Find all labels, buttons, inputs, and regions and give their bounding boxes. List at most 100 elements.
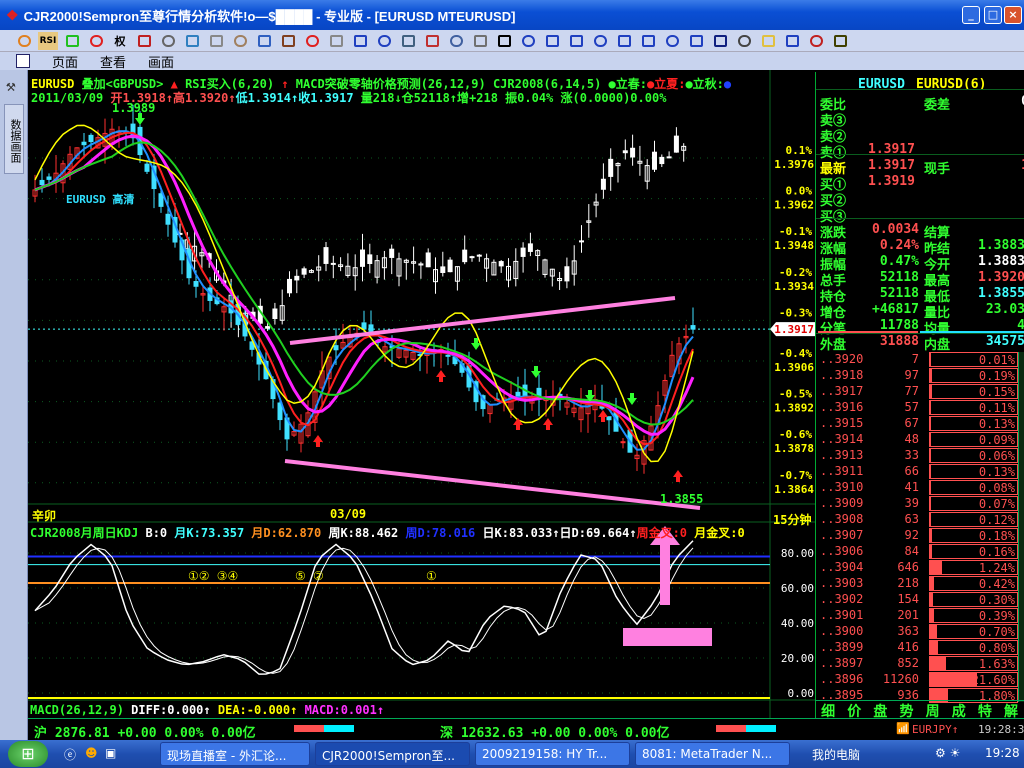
orderbook-row[interactable]: ..3899 416 0.80%	[816, 640, 1024, 656]
orderbook-row[interactable]: ..3914 48 0.09%	[816, 432, 1024, 448]
task-metatrader[interactable]: 8081: MetaTrader N...	[635, 742, 790, 766]
channel-icon[interactable]	[614, 32, 634, 50]
ob-share-fill	[930, 529, 932, 542]
quote-tab[interactable]: 盘	[873, 701, 887, 720]
ob-volume: 67	[904, 416, 919, 430]
open-icon[interactable]	[14, 32, 34, 50]
tray-icons[interactable]: ⚙ ☀	[935, 746, 960, 760]
rsi-icon[interactable]: RSI	[38, 31, 58, 50]
quote-row: 买②	[816, 190, 1024, 209]
overlay-candle	[323, 247, 329, 264]
menu-screen[interactable]: 画面	[148, 52, 174, 71]
indicator-icon[interactable]	[134, 32, 154, 50]
start-button[interactable]: ⊞	[8, 741, 48, 767]
orderbook-row[interactable]: ..3906 84 0.16%	[816, 544, 1024, 560]
close-button[interactable]: ×	[1004, 6, 1022, 24]
orderbook-row[interactable]: ..3908 63 0.12%	[816, 512, 1024, 528]
my-computer-link[interactable]: 我的电脑	[812, 746, 860, 763]
orderbook-row[interactable]: ..3902 154 0.30%	[816, 592, 1024, 608]
f10-icon[interactable]	[182, 32, 202, 50]
ob-share-fill	[930, 577, 935, 590]
ie-icon[interactable]: ⓔ	[64, 746, 76, 763]
move-icon[interactable]	[62, 32, 82, 50]
divider	[816, 89, 1024, 90]
alert-icon[interactable]	[302, 32, 322, 50]
orderbook-row[interactable]: ..3904 646 1.24%	[816, 560, 1024, 576]
lock-icon[interactable]	[782, 32, 802, 50]
glasses-icon[interactable]	[158, 32, 178, 50]
layout3-icon[interactable]	[398, 32, 418, 50]
vlines-icon[interactable]	[566, 32, 586, 50]
line-icon[interactable]	[518, 32, 538, 50]
overlay-candle	[579, 240, 584, 243]
quote-tab[interactable]: 价	[847, 701, 861, 720]
quote-tab[interactable]: 势	[899, 701, 913, 720]
plug-icon[interactable]	[326, 32, 346, 50]
colors-icon[interactable]	[806, 32, 826, 50]
ohlc-item: 量218↓仓52118↑增+218 振0.04% 涨(0.0000)0.00%	[353, 91, 667, 105]
orderbook-row[interactable]: ..3909 39 0.07%	[816, 496, 1024, 512]
quote-tab[interactable]: 特	[978, 701, 992, 720]
layout2-icon[interactable]	[374, 32, 394, 50]
quote-tab[interactable]: 成	[952, 701, 966, 720]
layout1-icon[interactable]	[350, 32, 370, 50]
orderbook-row[interactable]: ..3918 97 0.19%	[816, 368, 1024, 384]
orderbook-row[interactable]: ..3913 33 0.06%	[816, 448, 1024, 464]
sidebar-tab-data-screen[interactable]: 数据画面	[4, 104, 24, 174]
ob-volume: 77	[904, 384, 919, 398]
task-cjr2000[interactable]: CJR2000!Sempron至...	[315, 742, 470, 766]
ob-volume: 218	[897, 576, 919, 590]
rect-icon[interactable]	[662, 32, 682, 50]
ob-share-fill	[930, 561, 943, 574]
quote-tab[interactable]: 解	[1004, 701, 1018, 720]
quicklaunch-icon[interactable]: ▣	[105, 746, 116, 760]
layout4-icon[interactable]	[422, 32, 442, 50]
orderbook-row[interactable]: ..3920 7 0.01%	[816, 352, 1024, 368]
circle-icon[interactable]	[686, 32, 706, 50]
quote-tab[interactable]: 细	[821, 701, 835, 720]
fan-icon[interactable]	[590, 32, 610, 50]
tools-icon[interactable]: ⚒	[6, 76, 16, 95]
orderbook-row[interactable]: ..3907 92 0.18%	[816, 528, 1024, 544]
cursor-icon[interactable]	[494, 32, 514, 50]
task-live-room[interactable]: 现场直播室 - 外汇论...	[160, 742, 310, 766]
task-hy-trader[interactable]: 2009219158: HY Tr...	[475, 742, 630, 766]
price-axis-price: 1.3864	[774, 483, 814, 496]
layout5-icon[interactable]	[446, 32, 466, 50]
orderbook-row[interactable]: ..3917 77 0.15%	[816, 384, 1024, 400]
fib-icon[interactable]	[542, 32, 562, 50]
orderbook-row[interactable]: ..3897 852 1.63%	[816, 656, 1024, 672]
orderbook-row[interactable]: ..3901 201 0.39%	[816, 608, 1024, 624]
gann-icon[interactable]	[638, 32, 658, 50]
minimize-button[interactable]: _	[962, 6, 980, 24]
orderbook-row[interactable]: ..3896 11260 21.60%	[816, 672, 1024, 688]
menu-page[interactable]: 页面	[52, 52, 78, 71]
orderbook-scrollbar[interactable]	[1018, 352, 1024, 702]
tools-icon[interactable]	[278, 32, 298, 50]
orderbook-row[interactable]: ..3900 363 0.70%	[816, 624, 1024, 640]
indicator-item: ●立秋:	[685, 77, 724, 91]
text-icon[interactable]	[710, 32, 730, 50]
save-icon[interactable]	[830, 32, 850, 50]
eraser-icon[interactable]	[758, 32, 778, 50]
quote-tab[interactable]: 周	[926, 701, 940, 720]
quote-row: EURUSD EURUSD(6)	[816, 77, 1024, 93]
weight-icon[interactable]: 权	[110, 32, 130, 50]
qq-icon[interactable]: ☻	[85, 746, 98, 760]
ob-share-box: 0.80%	[929, 640, 1018, 655]
copy-icon[interactable]	[206, 32, 226, 50]
orderbook-row[interactable]: ..3911 66 0.13%	[816, 464, 1024, 480]
orderbook-row[interactable]: ..3916 57 0.11%	[816, 400, 1024, 416]
orderbook-row[interactable]: ..3915 67 0.13%	[816, 416, 1024, 432]
orderbook-row[interactable]: ..3910 41 0.08%	[816, 480, 1024, 496]
layout6-icon[interactable]	[470, 32, 490, 50]
maximize-button[interactable]: □	[984, 6, 1002, 24]
search-icon[interactable]	[254, 32, 274, 50]
resize-icon[interactable]	[86, 32, 106, 50]
overlay-candle	[520, 247, 526, 257]
menu-view[interactable]: 查看	[100, 52, 126, 71]
ob-volume: 363	[897, 624, 919, 638]
book-icon[interactable]	[230, 32, 250, 50]
copy-draw-icon[interactable]	[734, 32, 754, 50]
orderbook-row[interactable]: ..3903 218 0.42%	[816, 576, 1024, 592]
